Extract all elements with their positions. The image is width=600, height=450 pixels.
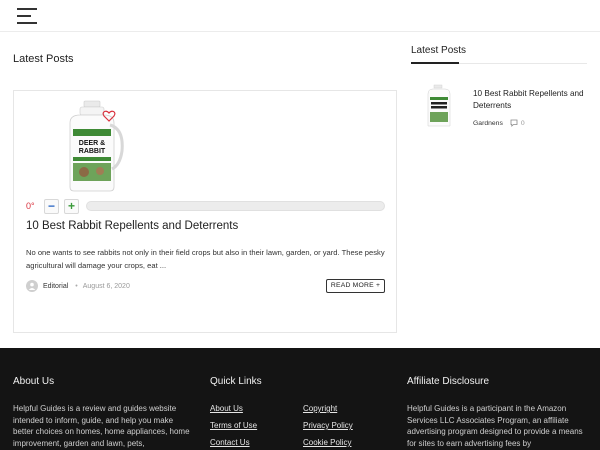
arrow-right-icon: + xyxy=(375,282,381,289)
sidebar-post-category[interactable]: Gardnens xyxy=(473,120,503,127)
author-link[interactable]: Editorial xyxy=(43,283,68,290)
sidebar-title: Latest Posts xyxy=(411,45,467,56)
post-title-link[interactable]: 10 Best Rabbit Repellents and Deterrents xyxy=(26,220,238,232)
footer-link-copyright[interactable]: Copyright xyxy=(303,404,337,413)
comment-icon xyxy=(510,119,518,127)
sidebar-product-image[interactable] xyxy=(421,84,457,128)
post-excerpt: No one wants to see rabbits not only in … xyxy=(26,248,385,270)
top-header xyxy=(0,0,600,32)
footer-link-cookie-policy[interactable]: Cookie Policy xyxy=(303,438,351,447)
sidebar-comment-count[interactable]: 0 xyxy=(521,120,525,127)
vote-progress-bar xyxy=(86,201,385,211)
footer-about-text: Helpful Guides is a review and guides we… xyxy=(13,404,190,448)
avatar xyxy=(26,280,38,292)
meta-separator: • xyxy=(75,282,78,290)
vote-down-button[interactable]: − xyxy=(44,199,59,214)
product-bottle-image[interactable]: DEER & RABBIT xyxy=(54,99,132,193)
product-label-top: DEER & xyxy=(79,140,105,147)
footer-affiliate-heading: Affiliate Disclosure xyxy=(407,376,490,387)
footer-link-contact-us[interactable]: Contact Us xyxy=(210,438,250,447)
site-footer: About Us Helpful Guides is a review and … xyxy=(0,348,600,450)
footer-link-privacy-policy[interactable]: Privacy Policy xyxy=(303,421,353,430)
read-more-button[interactable]: READ MORE + xyxy=(326,279,385,293)
read-more-label: READ MORE xyxy=(330,282,374,289)
sidebar-divider-accent xyxy=(411,62,459,64)
sidebar-post-title-link[interactable]: 10 Best Rabbit Repellents and Deterrents xyxy=(473,88,585,112)
footer-quick-links-heading: Quick Links xyxy=(210,376,262,387)
heart-icon[interactable] xyxy=(102,109,116,123)
footer-affiliate-text: Helpful Guides is a participant in the A… xyxy=(407,404,583,448)
post-date: August 6, 2020 xyxy=(82,282,130,290)
footer-about-heading: About Us xyxy=(13,376,55,387)
user-icon xyxy=(28,282,36,290)
main-section-title: Latest Posts xyxy=(13,53,74,65)
footer-link-about-us[interactable]: About Us xyxy=(210,404,243,413)
post-card: DEER & RABBIT 0° − + 10 Best Rabbit Repe… xyxy=(13,90,397,333)
menu-icon[interactable] xyxy=(17,8,37,24)
post-meta: Editorial • August 6, 2020 xyxy=(26,279,130,293)
product-label-bottom: RABBIT xyxy=(79,148,106,155)
vote-up-button[interactable]: + xyxy=(64,199,79,214)
sidebar-post-meta: Gardnens 0 xyxy=(473,119,525,127)
footer-link-terms-of-use[interactable]: Terms of Use xyxy=(210,421,257,430)
vote-count: 0° xyxy=(26,201,35,211)
